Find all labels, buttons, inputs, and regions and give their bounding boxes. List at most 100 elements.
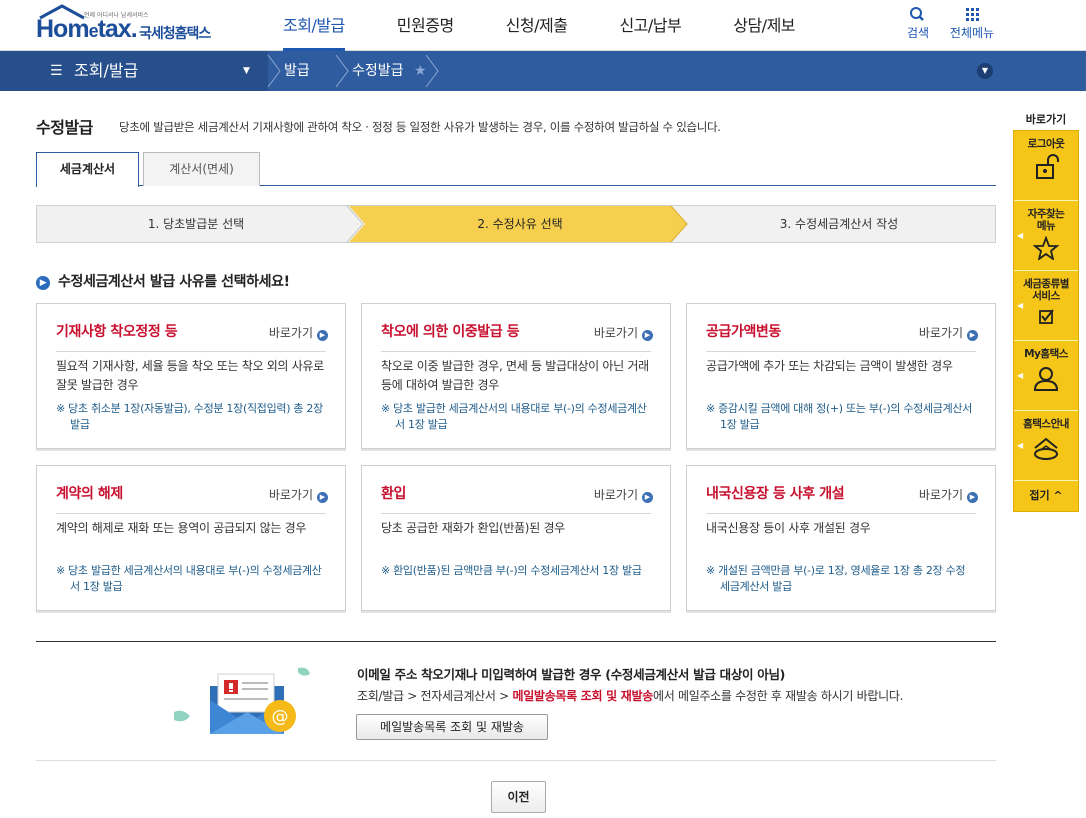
unlock-icon [1036, 154, 1059, 179]
card-go-link[interactable]: 바로가기 ▶ [919, 324, 978, 341]
card-description: 계약의 해제로 재화 또는 용역이 공급되지 않는 경우 [56, 521, 307, 535]
section-heading: ▶ 수정세금계산서 발급 사유를 선택하세요! [36, 271, 290, 291]
quick-fold-button[interactable]: 접기 ^ [1014, 481, 1078, 511]
progress-steps: 1. 당초발급분 선택 2. 수정사유 선택 3. 수정세금계산서 작성 [36, 205, 996, 243]
reason-card-contract-cancel[interactable]: 계약의 해제 바로가기 ▶ 계약의 해제로 재화 또는 용역이 공급되지 않는 경… [36, 465, 346, 611]
quick-menu: 바로가기 로그아웃 ◀ 자주찾는 메뉴 ◀ 세금종류별 서비스 ◀ My홈택스 … [1013, 110, 1079, 512]
home-guide-icon [1034, 437, 1058, 460]
nav-consult[interactable]: 상담/제보 [733, 0, 795, 51]
checkbox-icon [1039, 309, 1054, 324]
card-title: 착오에 의한 이중발급 등 [381, 324, 520, 340]
mail-notice-path: 조회/발급 > 전자세금계산서 > 메일발송목록 조회 및 재발송에서 메일주소… [357, 689, 904, 703]
mail-resend-button[interactable]: 메일발송목록 조회 및 재발송 [356, 714, 548, 740]
caret-left-icon: ◀ [1017, 231, 1024, 240]
breadcrumb-separator-icon [425, 55, 439, 87]
reason-card-return[interactable]: 환입 바로가기 ▶ 당초 공급한 재화가 환입(반품)된 경우 ※ 환입(반품)된… [361, 465, 671, 611]
card-title: 공급가액변동 [706, 324, 781, 340]
search-label: 검색 [906, 26, 930, 40]
card-note: ※ 당초 취소분 1장(자동발급), 수정분 1장(직접입력) 총 2장 발급 [56, 402, 323, 431]
page-title: 수정발급 [36, 118, 93, 137]
card-divider [706, 351, 976, 352]
mail-notice-title: 이메일 주소 착오기재나 미입력하여 발급한 경우 (수정세금계산서 발급 대상… [357, 667, 786, 682]
reason-card-local-lc[interactable]: 내국신용장 등 사후 개설 바로가기 ▶ 내국신용장 등이 사후 개설된 경우 ※… [686, 465, 996, 611]
tab-invoice-exempt[interactable]: 계산서(면세) [143, 152, 260, 186]
card-note: ※ 환입(반품)된 금액만큼 부(-)의 수정세금계산서 1장 발급 [381, 564, 642, 577]
caret-left-icon: ◀ [1017, 441, 1024, 450]
arrow-right-icon: ▶ [967, 330, 978, 341]
card-note: ※ 증감시킬 금액에 대해 정(+) 또는 부(-)의 수정세금계산서 1장 발… [706, 402, 973, 431]
quick-my-hometax[interactable]: ◀ My홈택스 [1014, 341, 1078, 411]
card-description: 공급가액에 추가 또는 차감되는 금액이 발생한 경우 [706, 359, 953, 373]
arrow-circle-icon: ▶ [36, 276, 50, 290]
arrow-right-icon: ▶ [642, 330, 653, 341]
card-go-link[interactable]: 바로가기 ▶ [594, 486, 653, 503]
card-note: ※ 당초 발급한 세금계산서의 내용대로 부(-)의 수정세금계산서 1장 발급 [381, 402, 647, 431]
section-divider [36, 760, 996, 761]
email-envelope-icon: @ [174, 667, 310, 734]
quick-hometax-guide[interactable]: ◀ 홈택스안내 [1014, 411, 1078, 481]
card-title: 계약의 해제 [56, 486, 123, 502]
step-1: 1. 당초발급분 선택 [147, 217, 245, 231]
nav-application[interactable]: 신청/제출 [506, 0, 568, 51]
star-icon [1033, 236, 1059, 260]
card-note: ※ 당초 발급한 세금계산서의 내용대로 부(-)의 수정세금계산서 1장 발급 [56, 564, 322, 593]
breadcrumb-issue[interactable]: 발급 [284, 51, 310, 91]
chevron-down-icon[interactable]: ▼ [977, 63, 993, 79]
card-description: 필요적 기재사항, 세율 등을 착오 또는 착오 외의 사유로 잘못 발급한 경… [56, 359, 324, 392]
all-menu-button[interactable]: 전체메뉴 [946, 6, 998, 41]
card-go-link[interactable]: 바로가기 ▶ [919, 486, 978, 503]
tab-tax-invoice[interactable]: 세금계산서 [36, 152, 139, 187]
mail-path-highlight[interactable]: 메일발송목록 조회 및 재발송 [512, 689, 653, 703]
reason-card-amount-change[interactable]: 공급가액변동 바로가기 ▶ 공급가액에 추가 또는 차감되는 금액이 발생한 경우… [686, 303, 996, 449]
arrow-right-icon: ▶ [642, 492, 653, 503]
card-description: 착오로 이중 발급한 경우, 면세 등 발급대상이 아닌 거래 등에 대하여 발… [381, 359, 649, 392]
hometax-logo[interactable]: 언제 어디서나 납세서비스 Hometax. 국세청홈택스 [36, 4, 226, 46]
arrow-right-icon: ▶ [317, 330, 328, 341]
caret-left-icon: ◀ [1017, 301, 1024, 310]
quick-favorites[interactable]: ◀ 자주찾는 메뉴 [1014, 201, 1078, 271]
search-button[interactable]: 검색 [904, 6, 932, 41]
global-nav: 조회/발급 민원증명 신청/제출 신고/납부 상담/제보 [283, 0, 847, 51]
arrow-right-icon: ▶ [967, 492, 978, 503]
search-icon [910, 7, 924, 21]
nav-report-pay[interactable]: 신고/납부 [619, 0, 681, 51]
card-go-link[interactable]: 바로가기 ▶ [269, 486, 328, 503]
card-divider [56, 513, 326, 514]
top-header: 언제 어디서나 납세서비스 Hometax. 국세청홈택스 조회/발급 민원증명… [0, 0, 1086, 51]
card-go-link[interactable]: 바로가기 ▶ [594, 324, 653, 341]
step-2-current: 2. 수정사유 선택 [477, 217, 563, 231]
card-description: 당초 공급한 재화가 환입(반품)된 경우 [381, 521, 565, 535]
logo-wordmark: Hometax. [36, 15, 138, 43]
breadcrumb-separator-icon [267, 55, 281, 87]
invoice-tabs: 세금계산서 계산서(면세) [36, 152, 996, 187]
quick-menu-title: 바로가기 [1025, 113, 1067, 126]
card-divider [706, 513, 976, 514]
card-note: ※ 개설된 금액만큼 부(-)로 1장, 영세율로 1장 총 2장 수정세금계산… [706, 564, 966, 593]
all-menu-label: 전체메뉴 [949, 26, 995, 40]
quick-logout[interactable]: 로그아웃 [1014, 131, 1078, 201]
card-title: 내국신용장 등 사후 개설 [706, 486, 845, 502]
svg-text:@: @ [272, 707, 289, 727]
logo-korean: 국세청홈택스 [139, 26, 211, 42]
card-description: 내국신용장 등이 사후 개설된 경우 [706, 521, 871, 535]
previous-button[interactable]: 이전 [491, 781, 546, 813]
card-title: 환입 [381, 486, 406, 502]
reason-card-correction[interactable]: 기재사항 착오정정 등 바로가기 ▶ 필요적 기재사항, 세율 등을 착오 또는 … [36, 303, 346, 449]
grid-menu-icon [966, 8, 979, 21]
card-divider [381, 351, 651, 352]
caret-down-icon: ▼ [243, 66, 250, 76]
section-divider [36, 641, 996, 642]
reason-card-duplicate[interactable]: 착오에 의한 이중발급 등 바로가기 ▶ 착오로 이중 발급한 경우, 면세 등 … [361, 303, 671, 449]
hamburger-icon: ☰ [50, 63, 63, 79]
quick-tax-services[interactable]: ◀ 세금종류별 서비스 [1014, 271, 1078, 341]
location-main-label: 조회/발급 [74, 61, 139, 80]
breadcrumb-modify-issue[interactable]: 수정발급 [352, 51, 404, 91]
nav-inquiry-issue[interactable]: 조회/발급 [283, 0, 345, 51]
card-go-link[interactable]: 바로가기 ▶ [269, 324, 328, 341]
arrow-right-icon: ▶ [317, 492, 328, 503]
card-divider [381, 513, 651, 514]
location-bar: ☰ 조회/발급 ▼ 발급 수정발급 ★ ▼ [0, 51, 1086, 91]
location-main-dropdown[interactable]: ☰ 조회/발급 ▼ [0, 51, 268, 91]
nav-certificate[interactable]: 민원증명 [397, 0, 454, 51]
page-description: 당초에 발급받은 세금계산서 기재사항에 관하여 착오 · 정정 등 일정한 사… [119, 120, 721, 134]
